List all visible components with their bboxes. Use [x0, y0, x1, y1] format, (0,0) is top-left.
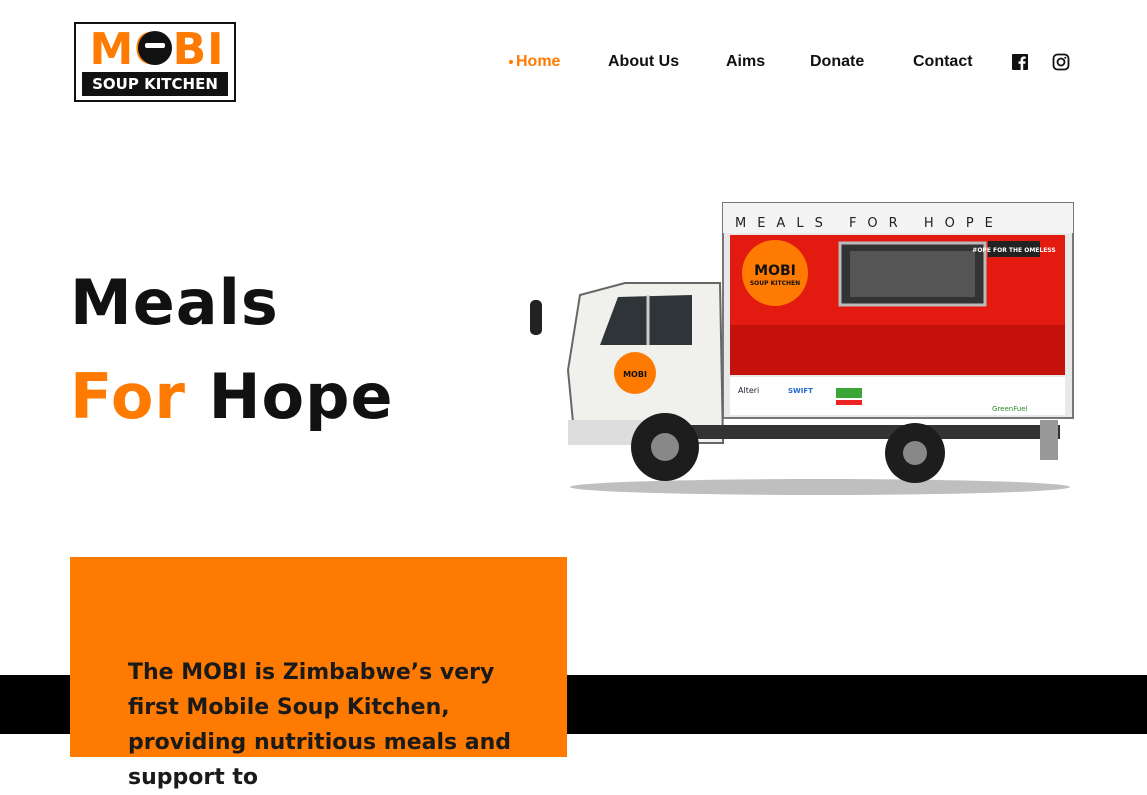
nav-contact[interactable]: Contact [913, 50, 973, 74]
food-truck-image: MEALS FOR HOPE MOBI SOUP KITCHEN #OPE FO… [520, 195, 1080, 505]
hero-accent-word: For [70, 360, 187, 433]
nav-home[interactable]: Home [516, 50, 560, 74]
sponsor-logo: Alteri [738, 386, 759, 395]
active-indicator-dot [509, 60, 513, 64]
instagram-icon[interactable] [1052, 53, 1070, 71]
facebook-icon[interactable] [1011, 53, 1029, 71]
sponsor-logo: SWIFT [788, 387, 813, 395]
nav-donate[interactable]: Donate [810, 50, 864, 74]
hero-word: Hope [208, 360, 394, 433]
truck-hashtag: #OPE FOR THE OMELESS [972, 247, 1055, 254]
hero-line-1: Meals [70, 266, 279, 339]
nav-aims[interactable]: Aims [726, 50, 765, 74]
cab-badge-text: MOBI [623, 370, 647, 379]
truck-badge-title: MOBI [754, 263, 796, 279]
truck-banner-text: MEALS FOR HOPE [735, 216, 1004, 231]
intro-card: The MOBI is Zimbabwe’s very first Mobile… [70, 557, 567, 790]
intro-text: The MOBI is Zimbabwe’s very first Mobile… [128, 660, 512, 790]
nav-about-us[interactable]: About Us [608, 50, 679, 74]
truck-badge-subtitle: SOUP KITCHEN [750, 280, 800, 287]
hero-line-2: For Hope [70, 357, 394, 437]
site-logo[interactable]: MOBI SOUP KITCHEN [74, 22, 236, 102]
logo-subtitle: SOUP KITCHEN [82, 72, 228, 96]
bowl-icon [138, 31, 172, 65]
sponsor-logo: GreenFuel [992, 405, 1028, 413]
